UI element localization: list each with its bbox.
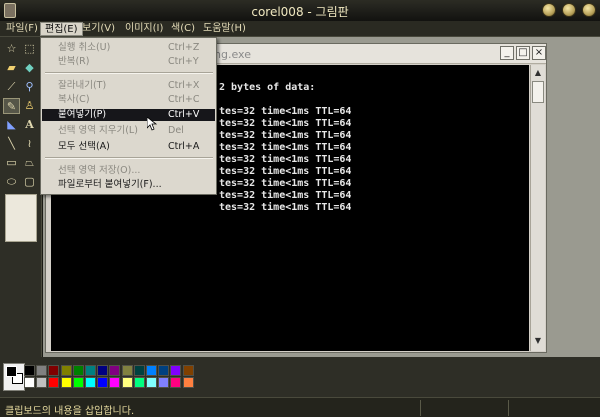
- scroll-down-icon: ▼: [534, 336, 542, 345]
- foreground-color[interactable]: [6, 366, 17, 377]
- console-line: tes=32 time<1ms TTL=64: [219, 154, 352, 165]
- console-line: tes=32 time<1ms TTL=64: [219, 202, 352, 213]
- inner-minimize-icon: _: [500, 46, 514, 60]
- color-swatch[interactable]: [48, 365, 60, 376]
- edit-menu-dropdown: 실행 취소(U) Ctrl+Z 반복(R) Ctrl+Y 잘라내기(T) Ctrl+X…: [40, 37, 217, 195]
- close-button[interactable]: [582, 3, 596, 17]
- window-title: corel008 - 그림판: [251, 5, 349, 19]
- color-swatch[interactable]: [85, 377, 96, 388]
- color-swatch[interactable]: [24, 377, 35, 388]
- color-swatch[interactable]: [85, 365, 96, 376]
- console-line: tes=32 time<1ms TTL=64: [219, 118, 352, 129]
- menu-item-repeat[interactable]: 반복(R) Ctrl+Y: [42, 56, 215, 68]
- menu-item-cut[interactable]: 잘라내기(T) Ctrl+X: [42, 80, 215, 92]
- status-divider: [508, 400, 509, 416]
- fill-icon[interactable]: ◆: [21, 60, 38, 76]
- console-line: tes=32 time<1ms TTL=64: [219, 178, 352, 189]
- color-swatch[interactable]: [121, 365, 133, 376]
- inner-window-title: ng.exe: [214, 48, 251, 61]
- console-line: tes=32 time<1ms TTL=64: [219, 190, 352, 201]
- color-swatch[interactable]: [36, 365, 48, 376]
- console-line: tes=32 time<1ms TTL=64: [219, 166, 352, 177]
- color-swatch[interactable]: [60, 377, 72, 388]
- scroll-up-icon: ▲: [534, 68, 542, 77]
- menu-edit[interactable]: 편집(E): [40, 22, 83, 36]
- ellipse-icon[interactable]: ⬭: [3, 174, 20, 190]
- menu-separator: [45, 157, 213, 159]
- menu-view[interactable]: 보기(V): [78, 22, 119, 36]
- status-text: 클립보드의 내용을 삽입합니다.: [5, 406, 135, 417]
- title-bar: corel008 - 그림판: [0, 0, 600, 21]
- color-swatch[interactable]: [133, 377, 145, 388]
- menu-colors[interactable]: 색(C): [167, 22, 199, 36]
- text-icon[interactable]: A: [21, 117, 38, 133]
- menu-file[interactable]: 파일(F): [2, 22, 42, 36]
- color-swatch[interactable]: [109, 377, 121, 388]
- color-swatch[interactable]: [146, 365, 157, 376]
- menu-item-copy-to[interactable]: 선택 영역 저장(O)...: [42, 165, 215, 177]
- menu-item-paste-from[interactable]: 파일로부터 붙여넣기(F)...: [42, 179, 215, 191]
- minimize-button[interactable]: [542, 3, 556, 17]
- color-swatch[interactable]: [72, 365, 84, 376]
- pencil-icon[interactable]: ✎: [3, 98, 20, 114]
- tool-options-box[interactable]: [5, 194, 37, 242]
- color-swatch[interactable]: [158, 377, 170, 388]
- color-swatch[interactable]: [48, 377, 60, 388]
- menu-item-copy[interactable]: 복사(C) Ctrl+C: [42, 94, 215, 106]
- menu-bar: 파일(F) 편집(E) 보기(V) 이미지(I) 색(C) 도움말(H): [0, 21, 600, 37]
- inner-close-icon: ×: [532, 46, 546, 60]
- menu-item-select-all[interactable]: 모두 선택(A) Ctrl+A: [42, 141, 215, 153]
- magnifier-icon[interactable]: ⚲: [21, 79, 38, 95]
- console-line: tes=32 time<1ms TTL=64: [219, 142, 352, 153]
- console-line: tes=32 time<1ms TTL=64: [219, 130, 352, 141]
- color-palette: [0, 357, 600, 397]
- color-swatch[interactable]: [60, 365, 72, 376]
- color-swatch[interactable]: [97, 377, 109, 388]
- inner-scrollbar: ▲ ▼: [530, 65, 545, 351]
- rect-select-icon[interactable]: ⬚: [21, 41, 38, 57]
- color-swatch[interactable]: [97, 365, 109, 376]
- toolbox: ☆ ⬚ ▰ ◆ ⟋ ⚲ ✎ ♙ ◣ A ╲ ≀ ▭ ⏢ ⬭ ▢: [0, 37, 42, 357]
- color-swatch[interactable]: [36, 377, 48, 388]
- color-swatch[interactable]: [182, 377, 194, 388]
- color-swatch[interactable]: [72, 377, 84, 388]
- console-line: tes=32 time<1ms TTL=64: [219, 106, 352, 117]
- color-swatch[interactable]: [109, 365, 121, 376]
- maximize-button[interactable]: [562, 3, 576, 17]
- color-swatch[interactable]: [24, 365, 35, 376]
- color-swatch[interactable]: [146, 377, 157, 388]
- curve-icon[interactable]: ≀: [21, 136, 38, 152]
- color-picker-icon[interactable]: ⟋: [3, 79, 20, 95]
- airbrush-icon[interactable]: ◣: [3, 117, 20, 133]
- rounded-rect-icon[interactable]: ▢: [21, 174, 38, 190]
- menu-help[interactable]: 도움말(H): [199, 22, 250, 36]
- color-swatch[interactable]: [170, 377, 182, 388]
- mouse-cursor-icon: [147, 117, 157, 131]
- status-bar: 클립보드의 내용을 삽입합니다.: [0, 397, 600, 417]
- brush-icon[interactable]: ♙: [21, 98, 38, 114]
- current-colors[interactable]: [3, 363, 25, 391]
- menu-image[interactable]: 이미지(I): [121, 22, 167, 36]
- inner-maximize-icon: □: [516, 46, 530, 60]
- menu-item-clear-selection[interactable]: 선택 영역 지우기(L) Del: [42, 125, 215, 137]
- menu-item-paste[interactable]: 붙여넣기(P) Ctrl+V: [42, 109, 215, 121]
- status-divider: [420, 400, 421, 416]
- rectangle-icon[interactable]: ▭: [3, 155, 20, 171]
- color-swatch[interactable]: [170, 365, 182, 376]
- free-select-icon[interactable]: ☆: [3, 41, 20, 57]
- menu-separator: [45, 72, 213, 74]
- color-swatch[interactable]: [182, 365, 194, 376]
- color-swatch[interactable]: [121, 377, 133, 388]
- color-swatch[interactable]: [133, 365, 145, 376]
- eraser-icon[interactable]: ▰: [3, 60, 20, 76]
- line-icon[interactable]: ╲: [3, 136, 20, 152]
- scroll-thumb: [532, 81, 544, 103]
- console-line: 2 bytes of data:: [219, 82, 316, 93]
- color-swatch[interactable]: [158, 365, 170, 376]
- menu-item-undo[interactable]: 실행 취소(U) Ctrl+Z: [42, 42, 215, 54]
- polygon-icon[interactable]: ⏢: [21, 155, 38, 171]
